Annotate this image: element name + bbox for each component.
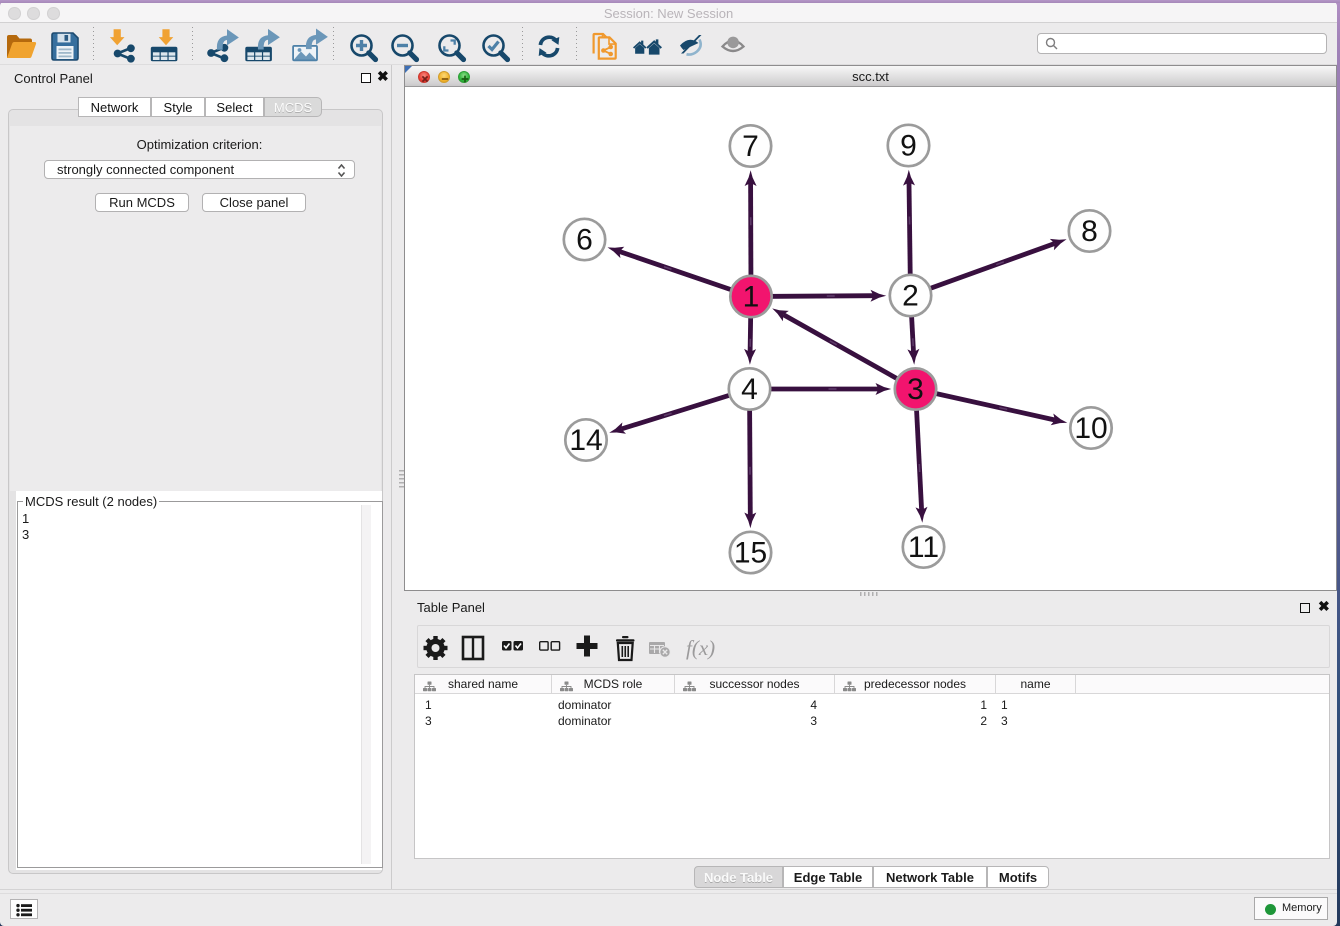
svg-text:9: 9	[900, 130, 917, 163]
svg-text:14: 14	[569, 424, 602, 457]
svg-text:4: 4	[741, 373, 758, 406]
svg-text:6: 6	[576, 224, 593, 257]
svg-text:f(x): f(x)	[686, 636, 715, 660]
svg-text:15: 15	[734, 537, 767, 570]
svg-text:2: 2	[902, 280, 919, 313]
svg-text:1: 1	[743, 281, 760, 314]
svg-text:8: 8	[1081, 215, 1098, 248]
svg-text:7: 7	[742, 130, 759, 163]
svg-text:3: 3	[907, 373, 924, 406]
svg-text:10: 10	[1074, 412, 1107, 445]
svg-text:11: 11	[908, 531, 939, 564]
